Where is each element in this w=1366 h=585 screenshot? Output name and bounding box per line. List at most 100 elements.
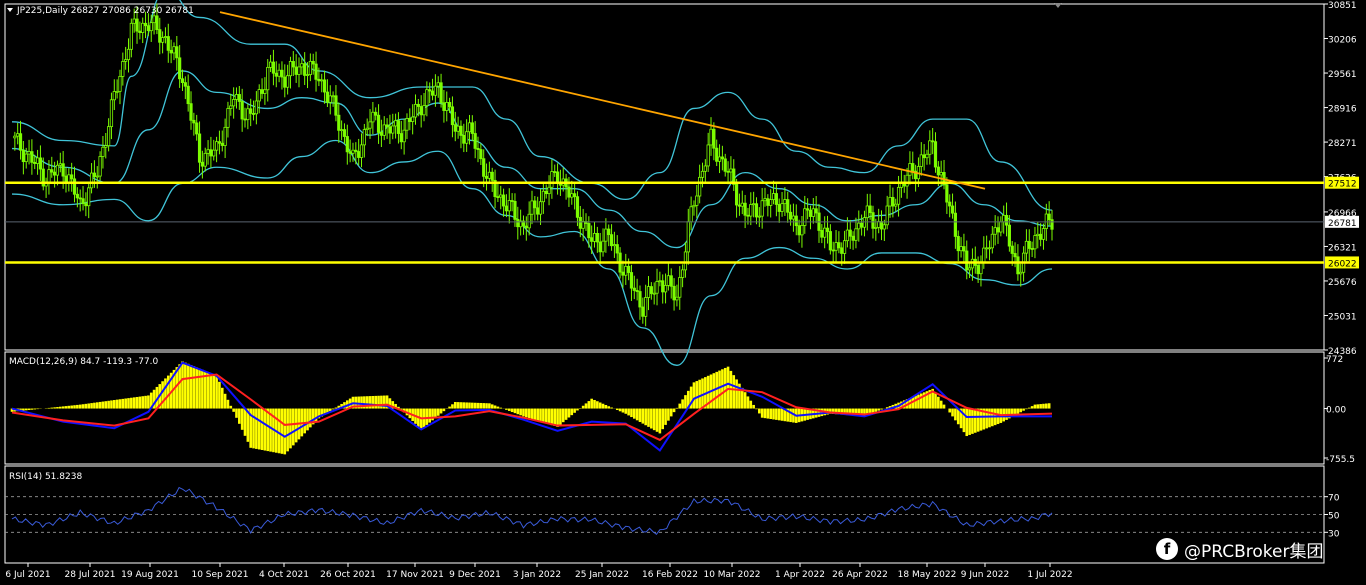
candle-body <box>536 207 540 215</box>
candle-body <box>672 285 676 301</box>
macd-histogram-bar <box>914 395 917 409</box>
candle-body <box>510 200 514 202</box>
macd-histogram-bar <box>976 408 980 432</box>
macd-axis-label: 0.00 <box>1326 406 1346 416</box>
macd-histogram-bar <box>1036 404 1040 409</box>
macd-histogram-bar <box>527 408 531 419</box>
candle-body <box>413 103 418 118</box>
macd-histogram-bar <box>681 399 684 409</box>
macd-histogram-bar <box>553 408 557 426</box>
macd-histogram-bar <box>280 408 284 454</box>
candle-body <box>129 22 133 50</box>
candle-body <box>825 227 830 232</box>
candle-body <box>774 193 778 205</box>
candle-body <box>791 215 796 220</box>
macd-histogram-bar <box>135 396 139 409</box>
candle-body <box>254 100 258 115</box>
candle-body <box>172 46 176 54</box>
macd-histogram-bar <box>257 408 261 450</box>
candle-body <box>277 69 281 77</box>
candle-body <box>303 63 307 76</box>
candle-body <box>345 136 349 153</box>
candle-body <box>237 94 241 102</box>
candle-body <box>271 61 276 74</box>
candle-body <box>575 196 580 218</box>
macd-histogram-bar <box>212 374 216 409</box>
candle-body <box>911 163 915 172</box>
macd-histogram-bar <box>942 404 946 409</box>
candle-body <box>854 228 858 241</box>
candle-body <box>627 265 631 273</box>
candle-body <box>75 193 79 199</box>
price-tag-label: 26022 <box>1328 259 1357 269</box>
candle-body <box>496 196 500 199</box>
macd-histogram-bar <box>130 397 133 409</box>
candle-body <box>30 151 34 163</box>
candle-body <box>1019 271 1023 275</box>
candle-body <box>635 290 639 292</box>
candle-body <box>945 184 949 203</box>
date-axis-label: 1 Apr 2022 <box>775 570 825 580</box>
candle-body <box>757 215 761 218</box>
macd-histogram-bar <box>164 378 167 409</box>
candle-body <box>357 151 361 158</box>
macd-histogram-bar <box>186 363 190 409</box>
macd-histogram-bar <box>542 408 545 423</box>
candle-body <box>163 36 168 38</box>
candle-body <box>678 277 682 298</box>
macd-histogram-bar <box>59 406 62 409</box>
candle-body <box>530 200 534 215</box>
candle-body <box>291 61 295 68</box>
candle-body <box>982 247 986 263</box>
candle-body <box>484 175 489 179</box>
candle-body <box>251 113 256 115</box>
candle-body <box>499 194 503 198</box>
candle-body <box>61 163 65 177</box>
candle-body <box>698 176 702 197</box>
candle-body <box>834 242 838 251</box>
macd-histogram-bar <box>576 408 579 411</box>
candle-body <box>286 75 290 88</box>
macd-histogram-bar <box>547 408 551 425</box>
macd-histogram-bar <box>874 408 878 412</box>
candle-body <box>257 89 261 102</box>
macd-histogram-bar <box>178 364 181 409</box>
macd-histogram-bar <box>630 408 633 418</box>
candle-body <box>868 205 872 214</box>
candle-body <box>447 102 452 108</box>
candle-body <box>325 91 330 103</box>
candle-body <box>146 25 150 32</box>
price-axis-label: 25031 <box>1328 312 1357 322</box>
trading-chart[interactable]: 3085130206295612891628271276262696626321… <box>0 0 1366 585</box>
candle-body <box>578 216 582 229</box>
candle-body <box>1033 235 1037 250</box>
candle-body <box>482 158 486 177</box>
candle-body <box>919 154 923 167</box>
date-axis-label: 10 Mar 2022 <box>703 570 760 580</box>
price-tag-label: 27512 <box>1328 180 1357 190</box>
rsi-title: RSI(14) 51.8238 <box>9 472 82 482</box>
macd-histogram-bar <box>513 408 517 414</box>
macd-histogram-bar <box>573 408 576 413</box>
macd-histogram-bar <box>195 367 198 409</box>
macd-histogram-bar <box>516 408 520 415</box>
candle-body <box>644 297 648 317</box>
candle-body <box>723 158 727 172</box>
macd-histogram-bar <box>132 397 136 409</box>
macd-histogram-bar <box>93 402 96 409</box>
date-axis-label: 25 Jan 2022 <box>575 570 629 580</box>
candle-body <box>183 82 187 87</box>
macd-histogram-bar <box>939 400 943 409</box>
macd-histogram-bar <box>223 393 227 409</box>
candle-body <box>965 250 969 271</box>
macd-histogram-bar <box>780 408 784 421</box>
macd-histogram-bar <box>587 401 591 409</box>
macd-histogram-bar <box>880 408 883 410</box>
macd-histogram-bar <box>618 408 622 412</box>
candle-body <box>771 193 776 201</box>
candle-body <box>402 129 406 143</box>
macd-histogram-bar <box>309 408 312 428</box>
candle-body <box>365 127 369 130</box>
macd-histogram-bar <box>496 406 500 409</box>
date-axis-label: 26 Apr 2022 <box>832 570 888 580</box>
